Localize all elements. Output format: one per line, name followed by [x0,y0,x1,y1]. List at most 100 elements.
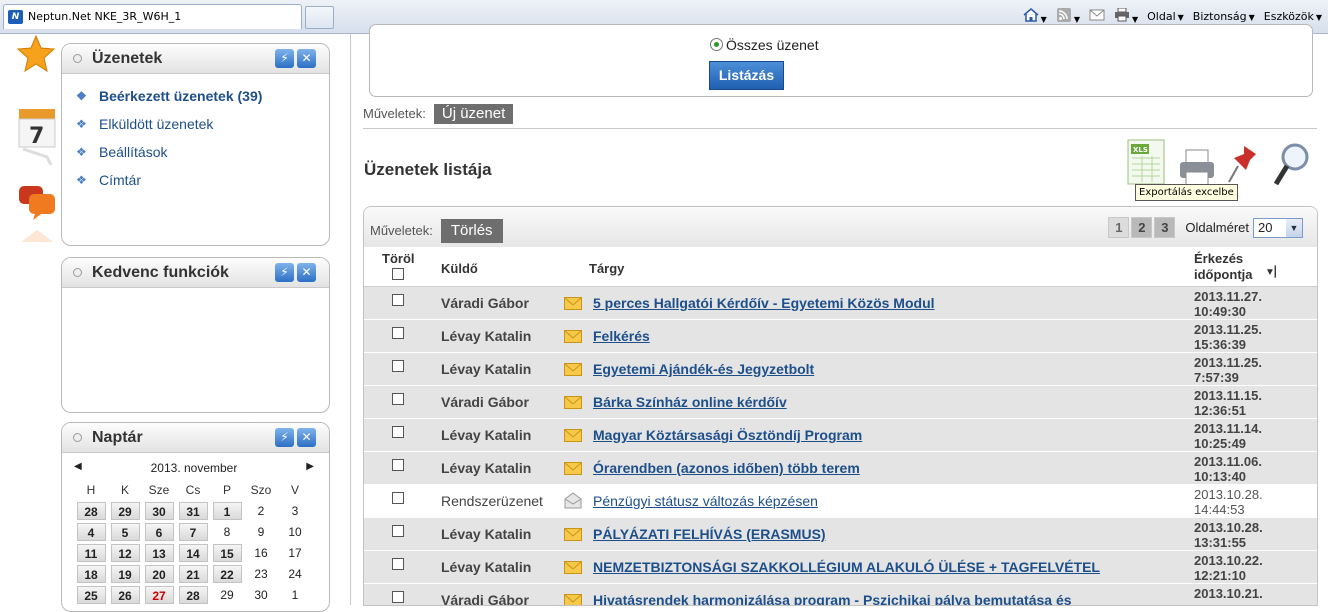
row-checkbox[interactable] [392,459,404,471]
col-date-line1[interactable]: Érkezés [1194,251,1243,266]
calendar-day-button[interactable]: 15 [212,544,242,562]
row-subject-link[interactable]: 5 perces Hallgatói Kérdőív - Egyetemi Kö… [593,295,935,311]
print-button[interactable]: ▼ [1114,8,1138,25]
sort-desc-icon[interactable]: ▼▏ [1265,267,1283,278]
calendar-day-button[interactable]: 26 [110,586,140,604]
menu-item-inbox[interactable]: ❖ Beérkezett üzenetek (39) [74,88,329,116]
refresh-button[interactable]: ⚡ [275,49,294,68]
browser-tab[interactable]: N Neptun.Net NKE_3R_W6H_1 [3,4,302,29]
calendar-day-button[interactable]: 14 [178,544,208,562]
calendar-icon[interactable]: 7 [17,107,57,167]
row-subject-link[interactable]: Egyetemi Ajándék-és Jegyzetbolt [593,361,814,377]
table-row: Lévay Katalin Magyar Köztársasági Ösztönd… [364,419,1317,452]
calendar-day-button[interactable]: 31 [178,502,208,520]
calendar-day-button[interactable]: 29 [110,502,140,520]
calendar-day-button[interactable]: 21 [178,565,208,583]
row-date-day: 2013.10.28. [1194,520,1263,535]
page-3-button[interactable]: 3 [1154,217,1176,238]
select-all-checkbox[interactable] [392,268,404,280]
mail-button[interactable] [1089,8,1105,25]
calendar-day-button[interactable]: 28 [76,502,106,520]
row-subject-link[interactable]: Pénzügyi státusz változás képzésen [593,493,818,509]
svg-text:XLS: XLS [1133,146,1148,154]
row-date: 2013.11.15. 12:36:51 [1194,388,1304,418]
tools-menu[interactable]: Eszközök ▼ [1264,10,1322,23]
row-subject-link[interactable]: PÁLYÁZATI FELHÍVÁS (ERASMUS) [593,526,826,542]
close-button[interactable]: ✕ [297,263,316,282]
row-checkbox[interactable] [392,360,404,372]
calendar-day-button[interactable]: 12 [110,544,140,562]
calendar-day-button[interactable]: 5 [110,523,140,541]
row-checkbox[interactable] [392,525,404,537]
calendar-day-button[interactable]: 19 [110,565,140,583]
calendar-day-button[interactable]: 11 [76,544,106,562]
row-checkbox[interactable] [392,294,404,306]
menu-item-directory[interactable]: ❖ Címtár [74,172,329,200]
table-row: Váradi Gábor Hivatásrendek harmonizálása … [364,584,1317,605]
calendar-day-button[interactable]: 1 [212,502,242,520]
col-subject[interactable]: Tárgy [589,261,624,276]
refresh-button[interactable]: ⚡ [275,428,294,447]
excel-export-icon[interactable]: XLS [1126,138,1166,186]
page-size-select[interactable]: 20 ▼ [1253,217,1303,238]
security-menu[interactable]: Biztonság ▼ [1193,10,1255,23]
calendar-day-button[interactable]: 4 [76,523,106,541]
calendar-day-cell: 7 [176,523,210,544]
col-date-line2[interactable]: időpontja [1194,267,1253,282]
row-subject-link[interactable]: Hivatásrendek harmonizálása program - Ps… [593,592,1072,605]
quick-icon-column: 7 [0,34,58,605]
home-button[interactable]: ▼ [1023,8,1047,25]
menu-item-sent[interactable]: ❖ Elküldött üzenetek [74,116,329,144]
list-operations-label: Műveletek: [370,223,433,238]
row-subject-link[interactable]: Bárka Színház online kérdőív [593,394,787,410]
calendar-day-button[interactable]: 25 [76,586,106,604]
page-2-button[interactable]: 2 [1131,217,1153,238]
pin-icon[interactable] [1226,142,1262,186]
calendar-day-button[interactable]: 22 [212,565,242,583]
calendar-box: Naptár ⚡ ✕ ◀ 2013. november ▶ H K Sze Cs P Sz… [61,422,330,612]
row-subject-link[interactable]: NEMZETBIZTONSÁGI SZAKKOLLÉGIUM ALAKULÓ Ü… [593,559,1100,575]
search-icon[interactable] [1272,140,1312,190]
refresh-button[interactable]: ⚡ [275,263,294,282]
row-subject-link[interactable]: Órarendben (azonos időben) több terem [593,460,860,476]
divider [363,128,1317,129]
feeds-button[interactable]: ▼ [1056,8,1080,25]
all-messages-radio[interactable]: Összes üzenet [710,37,819,53]
calendar-day-button[interactable]: 7 [178,523,208,541]
row-checkbox[interactable] [392,327,404,339]
row-date-day: 2013.11.27. [1194,289,1262,304]
calendar-day-cell: 5 [108,523,142,544]
close-button[interactable]: ✕ [297,49,316,68]
calendar-day-button[interactable]: 28 [178,586,208,604]
new-message-button[interactable]: Új üzenet [433,104,514,124]
menu-item-settings[interactable]: ❖ Beállítások [74,144,329,172]
close-button[interactable]: ✕ [297,428,316,447]
row-subject-link[interactable]: Felkérés [593,328,650,344]
row-date-time: 10:13:40 [1194,469,1247,484]
prev-month-button[interactable]: ◀ [74,461,82,472]
link-bullet-icon: ❖ [76,89,87,103]
delete-button[interactable]: Törlés [440,219,503,243]
row-checkbox[interactable] [392,426,404,438]
calendar-day-button[interactable]: 18 [76,565,106,583]
row-checkbox[interactable] [392,591,404,603]
col-delete: Töröl [382,251,415,266]
calendar-day-button[interactable]: 20 [144,565,174,583]
page-1-button[interactable]: 1 [1108,217,1130,238]
row-checkbox[interactable] [392,558,404,570]
row-checkbox[interactable] [392,492,404,504]
calendar-day-cell: 6 [142,523,176,544]
row-subject-link[interactable]: Magyar Köztársasági Ösztöndíj Program [593,427,862,443]
next-month-button[interactable]: ▶ [306,461,314,472]
chat-bubbles-icon[interactable] [17,184,57,246]
new-tab-button[interactable] [305,6,334,29]
page-menu[interactable]: Oldal ▼ [1147,10,1184,23]
calendar-day-button[interactable]: 6 [144,523,174,541]
favorites-star-icon[interactable] [16,34,56,74]
calendar-day-button[interactable]: 13 [144,544,174,562]
row-checkbox[interactable] [392,393,404,405]
calendar-day-button[interactable]: 27 [144,586,174,604]
list-button[interactable]: Listázás [709,61,784,90]
calendar-day-button[interactable]: 30 [144,502,174,520]
col-sender[interactable]: Küldő [441,261,478,276]
